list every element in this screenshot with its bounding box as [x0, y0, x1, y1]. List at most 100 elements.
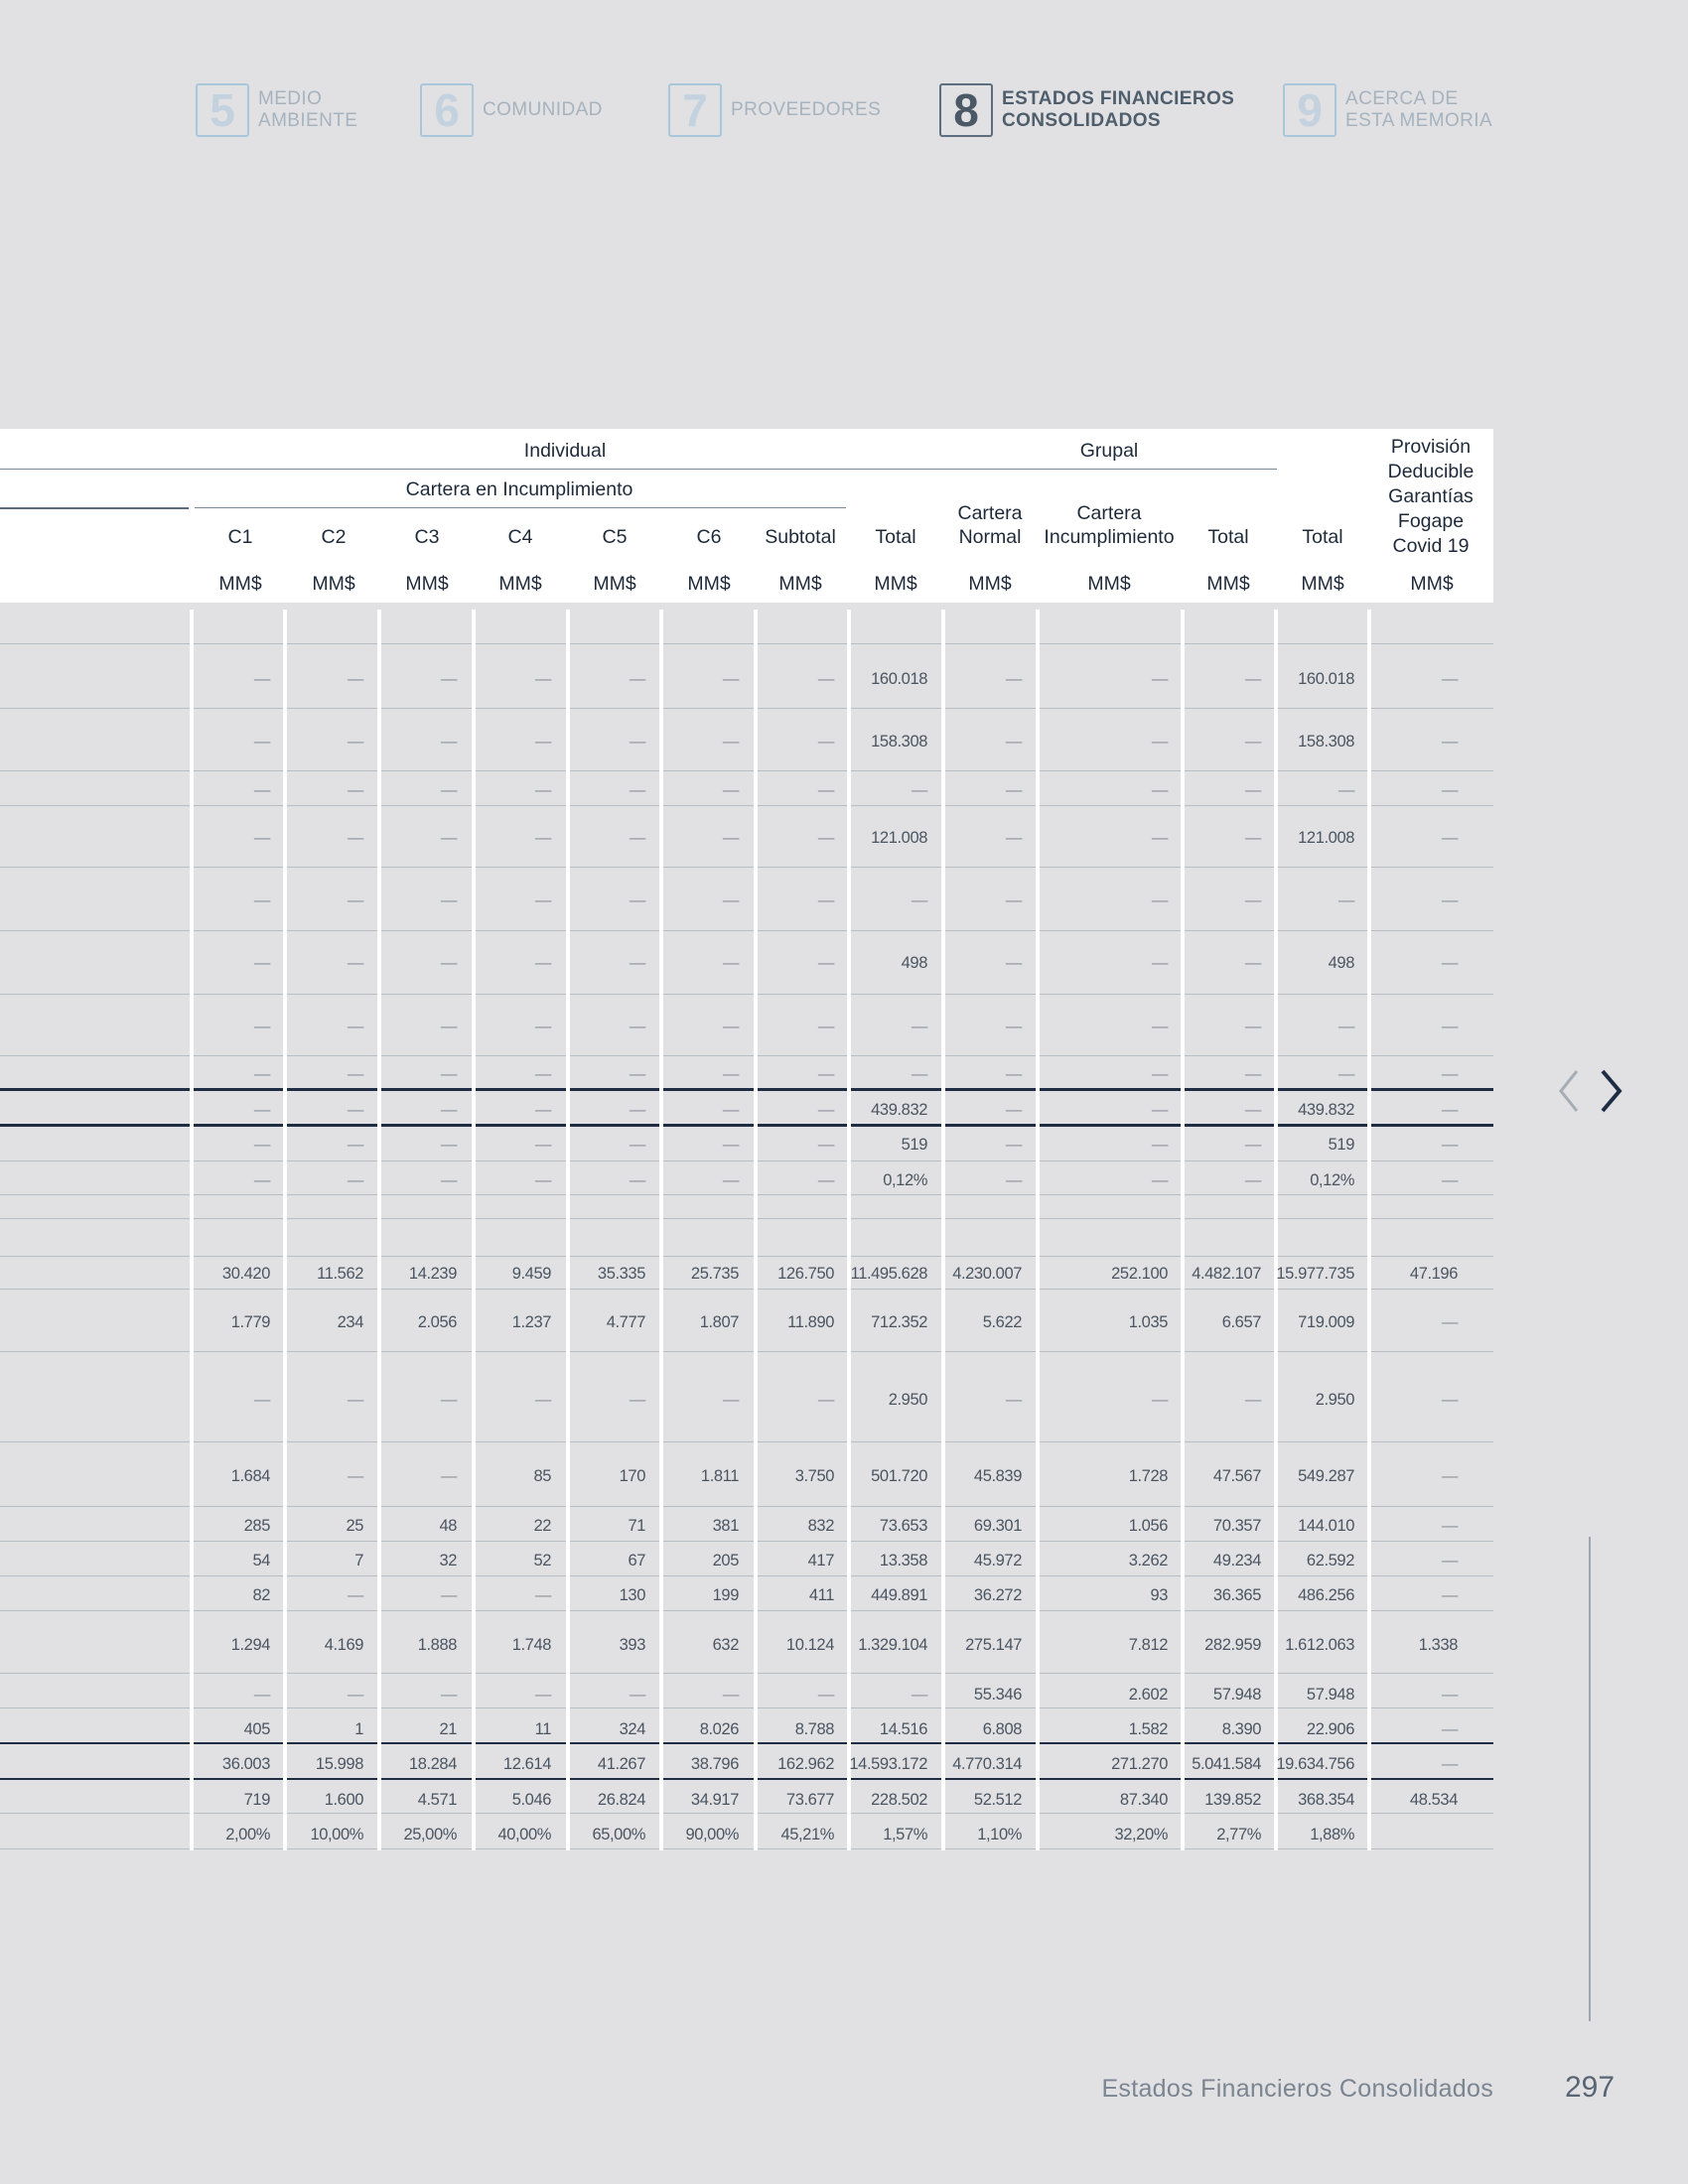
table-cell: 36.003: [221, 1755, 270, 1773]
row-divider: [0, 930, 1493, 931]
table-cell: 14.239: [408, 1265, 457, 1283]
table-cell: —: [253, 670, 271, 688]
table-cell: 6.808: [982, 1720, 1023, 1738]
table-cell: —: [253, 1686, 271, 1704]
table-cell: 65,00%: [592, 1826, 645, 1843]
table-cell: —: [1005, 1136, 1023, 1154]
table-cell: 170: [619, 1467, 646, 1485]
nav-item-estados-financieros[interactable]: 8 ESTADOS FINANCIEROS CONSOLIDADOS: [939, 81, 1234, 139]
nav-item-proveedores[interactable]: 7 PROVEEDORES: [668, 81, 881, 139]
table-cell: —: [534, 829, 552, 847]
table-cell: —: [1151, 733, 1169, 751]
row-divider: [0, 1194, 1493, 1195]
table-cell: 275.147: [965, 1636, 1022, 1654]
row-divider: [0, 1610, 1493, 1611]
table-cell: 5.622: [982, 1313, 1023, 1331]
header-grupal: Grupal: [1079, 440, 1139, 462]
table-cell: 1.684: [230, 1467, 271, 1485]
row-divider: [0, 1742, 1493, 1744]
table-cell: —: [817, 1018, 835, 1035]
table-cell: 21: [439, 1720, 457, 1738]
table-cell: 1.338: [1418, 1636, 1459, 1654]
column-header: C4: [507, 526, 533, 548]
row-divider: [0, 1160, 1493, 1161]
column-separator: [472, 610, 476, 1850]
table-cell: —: [1151, 1101, 1169, 1119]
table-cell: —: [1244, 1136, 1262, 1154]
table-cell: 1.329.104: [858, 1636, 927, 1654]
table-cell: 85: [533, 1467, 551, 1485]
table-cell: —: [911, 1065, 928, 1083]
table-cell: —: [1151, 1136, 1169, 1154]
table-cell: 158.308: [1298, 733, 1354, 751]
nav-item-medio-ambiente[interactable]: 5 MEDIO AMBIENTE: [196, 81, 357, 139]
table-cell: —: [1151, 670, 1169, 688]
table-cell: 144.010: [1298, 1517, 1354, 1535]
table-cell: —: [1151, 1018, 1169, 1035]
header-provision-fogape: Provisión Deducible Garantías Fogape Cov…: [1387, 436, 1475, 557]
table-cell: —: [347, 670, 364, 688]
table-cell: 449.891: [871, 1586, 927, 1604]
table-cell: 271.270: [1111, 1755, 1168, 1773]
table-cell: 8.788: [794, 1720, 835, 1738]
table-cell: 2.056: [417, 1313, 458, 1331]
column-separator: [566, 610, 570, 1850]
table-cell: —: [440, 1586, 458, 1604]
table-cell: —: [722, 829, 740, 847]
table-cell: 719.009: [1298, 1313, 1354, 1331]
table-cell: 121.008: [1298, 829, 1354, 847]
table-cell: 160.018: [1298, 670, 1354, 688]
row-divider: [0, 1289, 1493, 1290]
table-cell: 0,12%: [883, 1171, 927, 1189]
table-cell: 519: [1328, 1136, 1355, 1154]
table-cell: —: [629, 1686, 646, 1704]
table-cell: —: [253, 733, 271, 751]
table-cell: —: [1005, 891, 1023, 909]
unit-header: MM$: [405, 573, 449, 595]
table-cell: —: [817, 670, 835, 688]
unit-header: MM$: [1206, 573, 1250, 595]
table-cell: —: [1151, 1171, 1169, 1189]
column-separator: [377, 610, 381, 1850]
table-cell: —: [253, 829, 271, 847]
table-cell: —: [722, 1136, 740, 1154]
table-cell: —: [1441, 1101, 1459, 1119]
table-cell: 73.653: [879, 1517, 927, 1535]
table-cell: —: [1441, 670, 1459, 688]
nav-item-comunidad[interactable]: 6 COMUNIDAD: [420, 81, 603, 139]
table-cell: —: [1005, 829, 1023, 847]
table-cell: —: [347, 829, 364, 847]
table-cell: —: [347, 1391, 364, 1409]
nav-item-acerca-de[interactable]: 9 ACERCA DE ESTA MEMORIA: [1283, 81, 1492, 139]
table-cell: 71: [628, 1517, 645, 1535]
table-cell: 47.196: [1409, 1265, 1458, 1283]
table-cell: —: [534, 1065, 552, 1083]
row-divider: [0, 1256, 1493, 1257]
table-cell: 4.169: [324, 1636, 364, 1654]
chevron-right-icon[interactable]: [1599, 1068, 1624, 1114]
table-cell: 8.390: [1221, 1720, 1262, 1738]
table-cell: —: [1441, 1171, 1459, 1189]
table-cell: —: [1441, 1065, 1459, 1083]
table-cell: —: [440, 1686, 458, 1704]
table-cell: 6.657: [1221, 1313, 1262, 1331]
table-cell: —: [629, 1136, 646, 1154]
table-cell: 1,57%: [883, 1826, 927, 1843]
table-cell: —: [722, 891, 740, 909]
table-cell: —: [253, 891, 271, 909]
table-cell: 2,77%: [1216, 1826, 1261, 1843]
table-cell: 70.357: [1212, 1517, 1261, 1535]
column-separator: [190, 610, 194, 1850]
nav-label: ESTADOS FINANCIEROS CONSOLIDADOS: [1002, 88, 1235, 131]
table-cell: —: [534, 733, 552, 751]
table-cell: —: [629, 1171, 646, 1189]
table-cell: —: [629, 1391, 646, 1409]
table-cell: 10.124: [785, 1636, 834, 1654]
table-cell: 55.346: [973, 1686, 1022, 1704]
table-cell: —: [1441, 1586, 1459, 1604]
table-cell: 368.354: [1298, 1791, 1354, 1809]
table-cell: —: [629, 1065, 646, 1083]
table-cell: 282.959: [1204, 1636, 1261, 1654]
chevron-left-icon[interactable]: [1557, 1068, 1581, 1114]
unit-header: MM$: [1301, 573, 1344, 595]
